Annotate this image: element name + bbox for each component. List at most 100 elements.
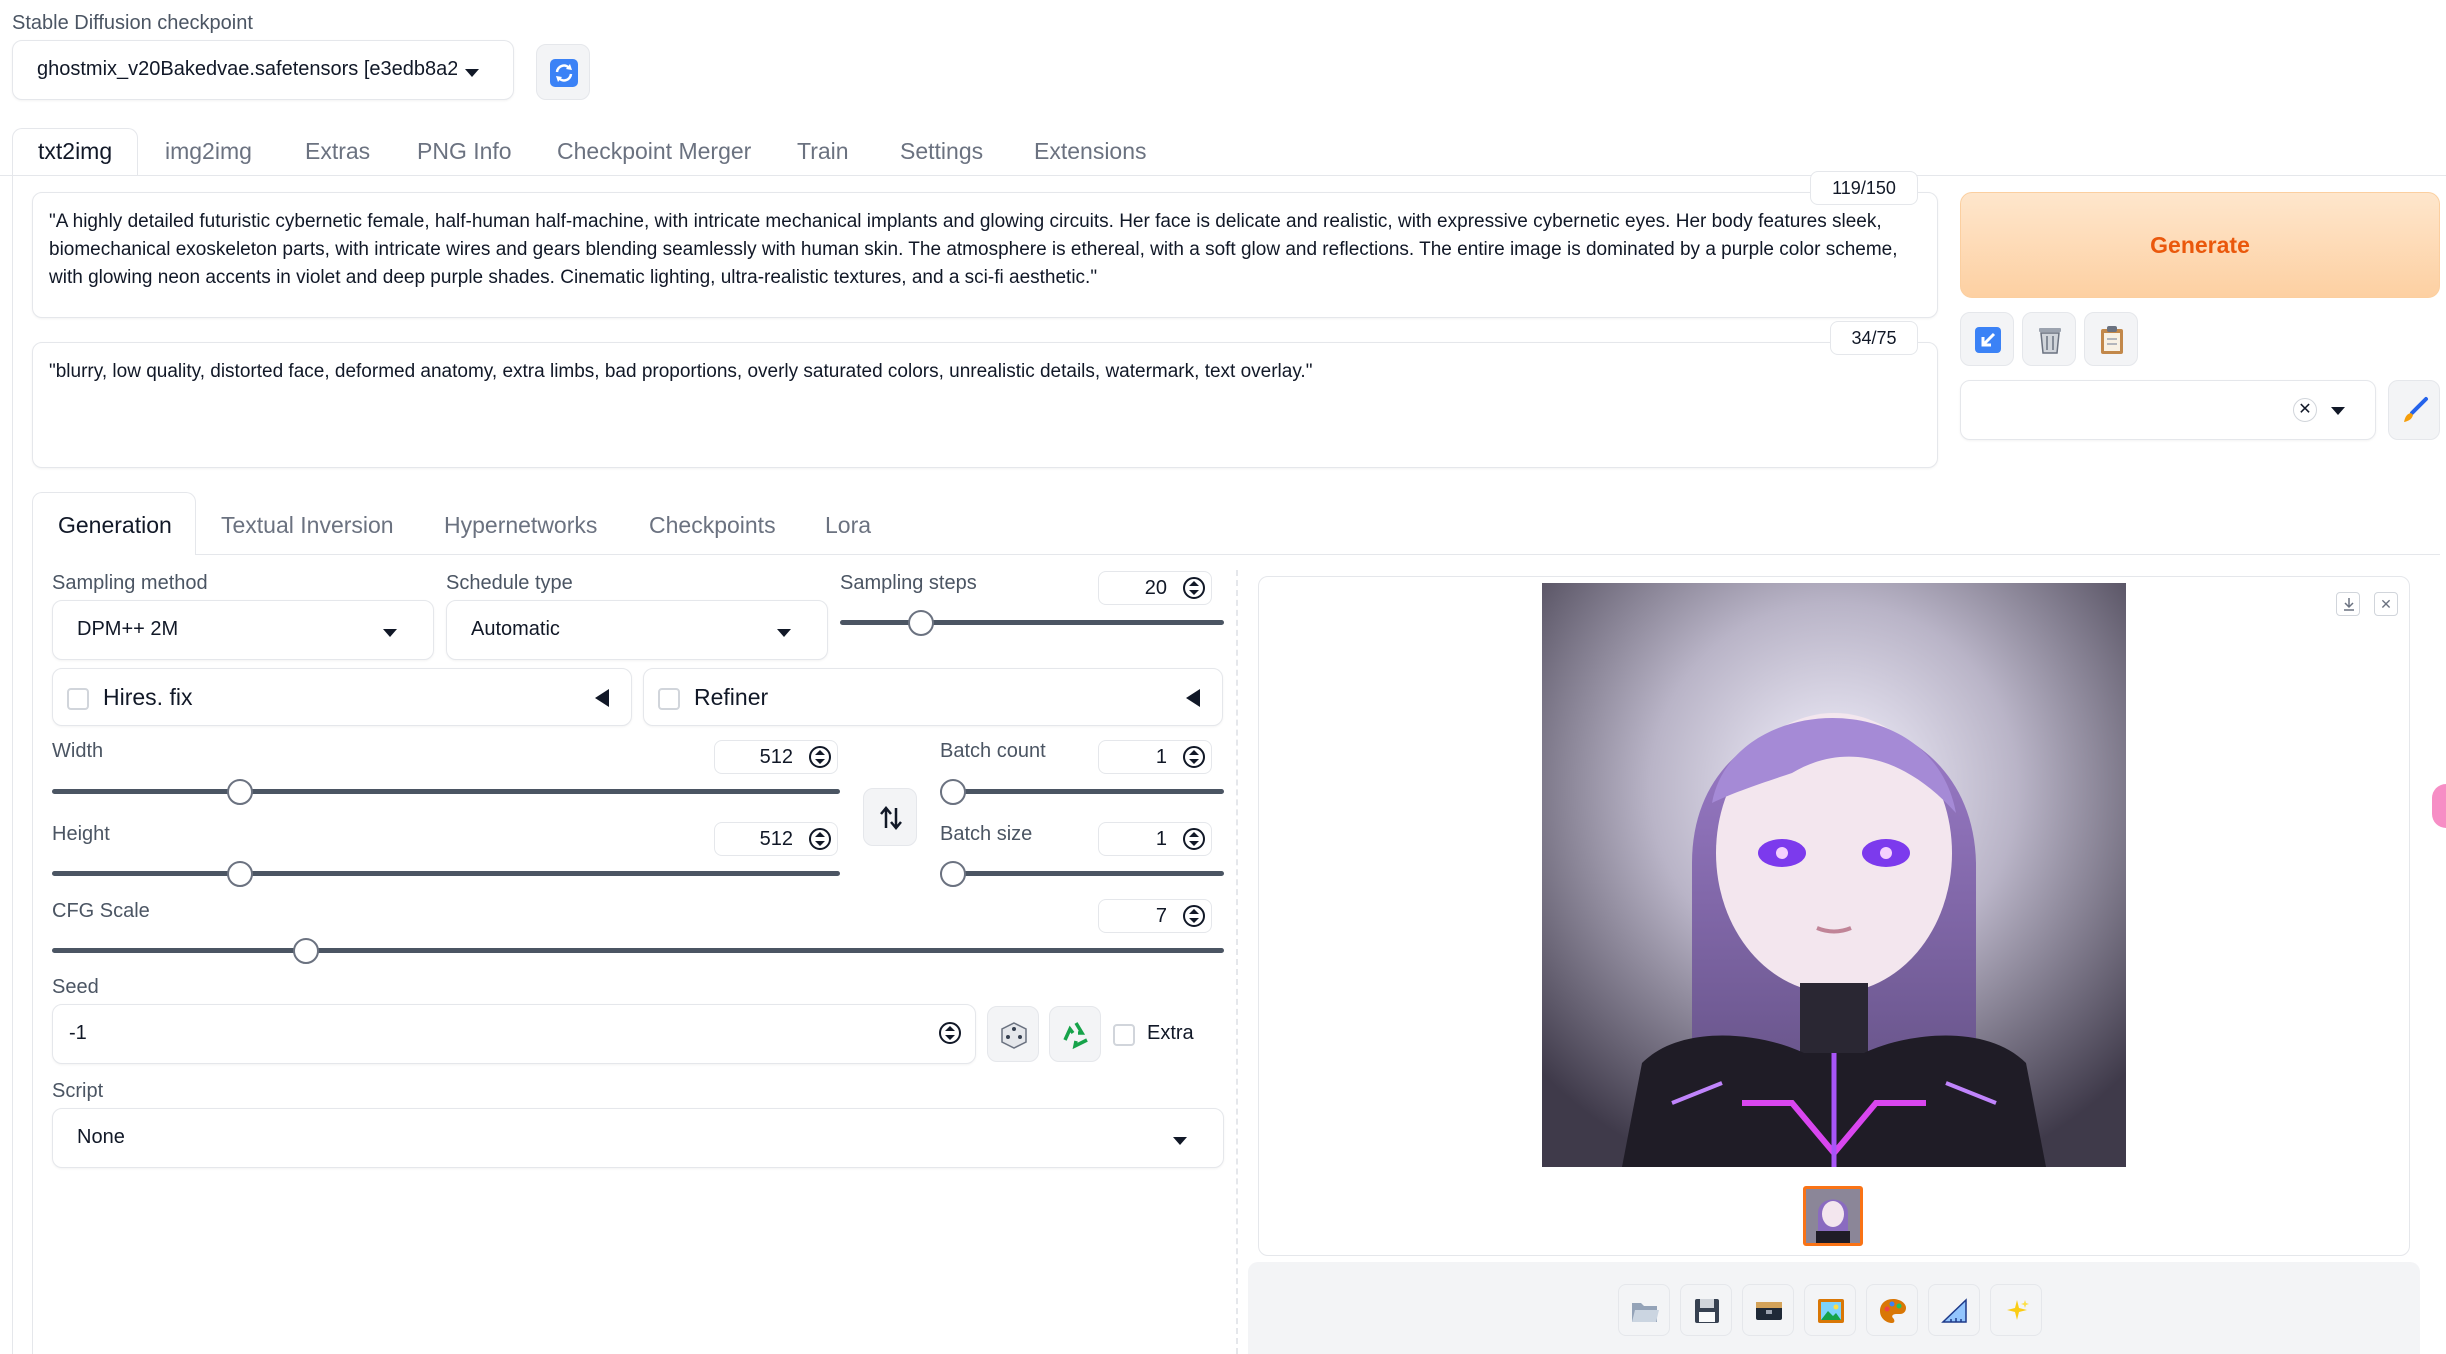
width-input[interactable]: 512 [714, 740, 838, 774]
width-slider[interactable] [52, 789, 840, 794]
gallery-thumbnail[interactable] [1803, 1186, 1863, 1246]
checkpoint-dropdown[interactable]: ghostmix_v20Bakedvae.safetensors [e3edb8… [12, 40, 514, 100]
cfg-scale-slider-thumb[interactable] [292, 938, 319, 964]
height-slider[interactable] [52, 871, 840, 876]
stepper-icon[interactable] [1183, 577, 1205, 599]
batch-count-label: Batch count [940, 740, 1046, 762]
send-to-img2img-button[interactable] [1804, 1284, 1856, 1336]
open-folder-button[interactable] [1618, 1284, 1670, 1336]
batch-count-slider[interactable] [940, 789, 1224, 794]
sampling-steps-input[interactable]: 20 [1098, 571, 1212, 605]
close-icon[interactable]: ✕ [2293, 398, 2317, 422]
refresh-icon [550, 59, 578, 87]
send-to-inpaint-button[interactable] [1866, 1284, 1918, 1336]
batch-count-input[interactable]: 1 [1098, 740, 1212, 774]
hires-fix-accordion[interactable]: Hires. fix [52, 668, 632, 726]
schedule-type-dropdown[interactable]: Automatic [446, 600, 828, 660]
height-input[interactable]: 512 [714, 822, 838, 856]
refiner-accordion[interactable]: Refiner [643, 668, 1223, 726]
tab-png-info[interactable]: PNG Info [417, 138, 512, 165]
close-icon[interactable]: ✕ [2374, 592, 2398, 616]
sampling-method-dropdown[interactable]: DPM++ 2M [52, 600, 434, 660]
schedule-type-value: Automatic [471, 618, 560, 640]
generated-image[interactable] [1542, 583, 2126, 1167]
thumbnail-image [1806, 1189, 1860, 1243]
styles-dropdown[interactable]: ✕ [1960, 380, 2376, 440]
zip-icon [1756, 1302, 1782, 1320]
folder-icon [1632, 1303, 1659, 1322]
stepper-icon[interactable] [939, 1022, 961, 1044]
prompt-text: "A highly detailed futuristic cybernetic… [49, 211, 1898, 288]
stepper-icon[interactable] [1183, 746, 1205, 768]
seed-label: Seed [52, 976, 99, 998]
width-slider-thumb[interactable] [227, 779, 254, 805]
batch-count-value: 1 [1155, 746, 1167, 768]
tab-textual-inversion[interactable]: Textual Inversion [221, 512, 394, 539]
extra-seed-label: Extra [1147, 1022, 1194, 1044]
seed-input[interactable]: -1 [52, 1004, 976, 1064]
reuse-seed-button[interactable] [1049, 1006, 1101, 1062]
arrow-icon [1975, 327, 2001, 353]
sparkle-icon [2007, 1300, 2029, 1320]
hires-fix-label: Hires. fix [103, 684, 193, 710]
sampling-method-value: DPM++ 2M [77, 618, 179, 640]
batch-count-slider-thumb[interactable] [940, 779, 966, 805]
tab-hypernetworks[interactable]: Hypernetworks [444, 512, 597, 539]
batch-size-input[interactable]: 1 [1098, 822, 1212, 856]
cfg-scale-value: 7 [1155, 905, 1167, 927]
negative-prompt-text: "blurry, low quality, distorted face, de… [49, 361, 1313, 382]
cfg-scale-input[interactable]: 7 [1098, 899, 1212, 933]
batch-size-slider-thumb[interactable] [940, 861, 966, 887]
brush-icon [2404, 397, 2428, 422]
height-value: 512 [759, 828, 793, 850]
sampling-method-label: Sampling method [52, 572, 208, 594]
tab-train[interactable]: Train [797, 138, 849, 165]
edge-handle[interactable] [2432, 784, 2446, 828]
swap-dimensions-button[interactable] [863, 788, 917, 846]
width-label: Width [52, 740, 104, 762]
height-slider-thumb[interactable] [227, 861, 254, 887]
script-dropdown[interactable]: None [52, 1108, 1224, 1168]
tab-txt2img[interactable]: txt2img [38, 138, 112, 165]
recycle-icon [1063, 1022, 1088, 1050]
tab-checkpoints[interactable]: Checkpoints [649, 512, 776, 539]
refiner-label: Refiner [694, 684, 769, 710]
extra-seed-checkbox[interactable] [1113, 1024, 1135, 1046]
upscale-button[interactable] [1990, 1284, 2042, 1336]
generate-button[interactable]: Generate [1960, 192, 2440, 298]
stepper-icon[interactable] [1183, 905, 1205, 927]
tab-extras[interactable]: Extras [305, 138, 370, 165]
prompt-textarea[interactable]: "A highly detailed futuristic cybernetic… [32, 192, 1938, 318]
chevron-down-icon [2331, 407, 2345, 415]
tab-lora[interactable]: Lora [825, 512, 871, 539]
cfg-scale-slider[interactable] [52, 948, 1224, 953]
stepper-icon[interactable] [809, 746, 831, 768]
edit-styles-button[interactable] [2388, 380, 2440, 440]
stepper-icon[interactable] [1183, 828, 1205, 850]
negative-prompt-textarea[interactable]: "blurry, low quality, distorted face, de… [32, 342, 1938, 468]
tab-img2img[interactable]: img2img [165, 138, 252, 165]
prompt-token-counter: 119/150 [1810, 171, 1918, 205]
refresh-checkpoint-button[interactable] [536, 44, 590, 100]
stepper-icon[interactable] [809, 828, 831, 850]
zip-button[interactable] [1742, 1284, 1794, 1336]
refiner-checkbox[interactable] [658, 688, 680, 710]
tab-checkpoint-merger[interactable]: Checkpoint Merger [557, 138, 751, 165]
clear-prompt-button[interactable] [2022, 312, 2076, 366]
tab-settings[interactable]: Settings [900, 138, 983, 165]
send-to-extras-button[interactable] [1928, 1284, 1980, 1336]
tab-generation[interactable]: Generation [58, 512, 172, 539]
random-seed-button[interactable] [987, 1006, 1039, 1062]
collapse-icon [595, 689, 609, 707]
tab-extensions[interactable]: Extensions [1034, 138, 1147, 165]
hires-fix-checkbox[interactable] [67, 688, 89, 710]
paste-style-button[interactable] [2084, 312, 2138, 366]
script-label: Script [52, 1080, 104, 1102]
save-button[interactable] [1680, 1284, 1732, 1336]
negative-token-counter: 34/75 [1830, 321, 1918, 355]
batch-size-slider[interactable] [940, 871, 1224, 876]
read-params-button[interactable] [1960, 312, 2014, 366]
sampling-steps-slider-thumb[interactable] [908, 610, 935, 636]
download-button[interactable] [2336, 592, 2360, 616]
sampling-steps-slider[interactable] [840, 620, 1224, 625]
